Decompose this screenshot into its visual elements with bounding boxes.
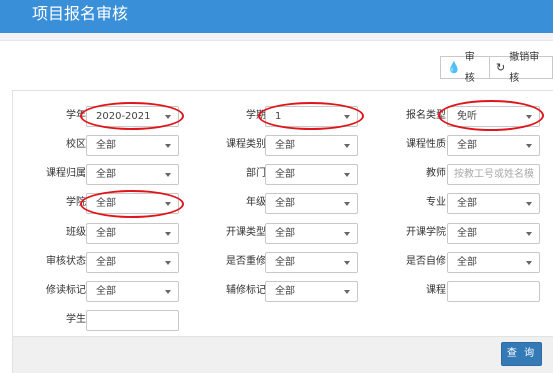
is-retake-value: 全部 [275, 257, 295, 268]
college-value: 全部 [96, 198, 116, 209]
chevron-down-icon [165, 173, 171, 177]
label-teacher: 教师 [426, 168, 446, 179]
label-offering-college: 开课学院 [406, 227, 446, 238]
label-offering-type: 开课类型 [226, 227, 266, 238]
undo-audit-button[interactable]: ↻ 撤销审核 [490, 52, 553, 84]
label-academic-year: 学年 [66, 110, 86, 121]
chevron-down-icon [526, 144, 532, 148]
label-student: 学生 [66, 314, 86, 325]
toolbar: 💧 审核 ↻ 撤销审核 [440, 52, 553, 84]
academic-year-select[interactable]: 2020-2021 [86, 106, 179, 127]
audit-status-value: 全部 [96, 257, 116, 268]
label-audit-status: 审核状态 [46, 256, 86, 267]
offering-type-value: 全部 [275, 228, 295, 239]
is-self-study-value: 全部 [457, 257, 477, 268]
class-select[interactable]: 全部 [86, 223, 179, 244]
header-subbar [0, 33, 553, 41]
chevron-down-icon [344, 232, 350, 236]
minor-mark-value: 全部 [275, 286, 295, 297]
campus-select[interactable]: 全部 [86, 135, 179, 156]
chevron-down-icon [344, 261, 350, 265]
chevron-down-icon [165, 202, 171, 206]
offering-college-value: 全部 [457, 228, 477, 239]
label-course-affiliation: 课程归属 [46, 168, 86, 179]
course-nature-value: 全部 [457, 140, 477, 151]
study-mark-value: 全部 [96, 286, 116, 297]
study-mark-select[interactable]: 全部 [86, 281, 179, 302]
chevron-down-icon [344, 173, 350, 177]
college-select[interactable]: 全部 [86, 193, 179, 214]
course-category-select[interactable]: 全部 [265, 135, 358, 156]
chevron-down-icon [344, 290, 350, 294]
audit-status-select[interactable]: 全部 [86, 252, 179, 273]
major-value: 全部 [457, 198, 477, 209]
query-button[interactable]: 查 询 [501, 342, 542, 366]
label-department: 部门 [246, 168, 266, 179]
offering-college-select[interactable]: 全部 [447, 223, 540, 244]
droplet-icon: 💧 [447, 61, 461, 74]
page-header: 项目报名审核 [0, 0, 553, 33]
chevron-down-icon [165, 115, 171, 119]
label-major: 专业 [426, 197, 446, 208]
label-campus: 校区 [66, 139, 86, 150]
audit-button-label: 审核 [464, 51, 475, 84]
undo-audit-button-label: 撤销审核 [509, 51, 540, 84]
label-semester: 学期 [246, 110, 266, 121]
offering-type-select[interactable]: 全部 [265, 223, 358, 244]
grade-select[interactable]: 全部 [265, 193, 358, 214]
course-affiliation-select[interactable]: 全部 [86, 164, 179, 185]
label-class: 班级 [66, 227, 86, 238]
undo-icon: ↻ [496, 61, 506, 74]
student-input[interactable] [86, 310, 179, 331]
course-nature-select[interactable]: 全部 [447, 135, 540, 156]
semester-select[interactable]: 1 [265, 106, 358, 127]
page-title: 项目报名审核 [32, 4, 129, 23]
chevron-down-icon [165, 232, 171, 236]
grade-value: 全部 [275, 198, 295, 209]
chevron-down-icon [526, 202, 532, 206]
label-course-category: 课程类别 [226, 139, 266, 150]
department-select[interactable]: 全部 [265, 164, 358, 185]
chevron-down-icon [526, 261, 532, 265]
label-course: 课程 [426, 285, 446, 296]
chevron-down-icon [526, 115, 532, 119]
form-footer: 查 询 [13, 336, 553, 373]
label-minor-mark: 辅修标记 [226, 285, 266, 296]
registration-type-value: 免听 [457, 111, 477, 122]
teacher-input[interactable]: 按教工号或姓名模 [447, 164, 540, 185]
label-college: 学院 [66, 197, 86, 208]
major-select[interactable]: 全部 [447, 193, 540, 214]
label-is-retake: 是否重修 [226, 256, 266, 267]
chevron-down-icon [344, 115, 350, 119]
course-affiliation-value: 全部 [96, 169, 116, 180]
search-form-panel: 学年 2020-2021 学期 1 报名类型 免听 校区 全部 课程类别 全部 … [12, 90, 553, 373]
is-retake-select[interactable]: 全部 [265, 252, 358, 273]
chevron-down-icon [344, 144, 350, 148]
chevron-down-icon [526, 232, 532, 236]
chevron-down-icon [165, 290, 171, 294]
course-category-value: 全部 [275, 140, 295, 151]
audit-button[interactable]: 💧 审核 [440, 52, 490, 84]
minor-mark-select[interactable]: 全部 [265, 281, 358, 302]
label-registration-type: 报名类型 [406, 110, 446, 121]
label-grade: 年级 [246, 197, 266, 208]
label-course-nature: 课程性质 [406, 139, 446, 150]
academic-year-value: 2020-2021 [96, 111, 151, 122]
chevron-down-icon [344, 202, 350, 206]
chevron-down-icon [165, 144, 171, 148]
is-self-study-select[interactable]: 全部 [447, 252, 540, 273]
chevron-down-icon [165, 261, 171, 265]
semester-value: 1 [275, 111, 282, 122]
course-input[interactable] [447, 281, 540, 302]
label-is-self-study: 是否自修 [406, 256, 446, 267]
registration-type-select[interactable]: 免听 [447, 106, 540, 127]
class-value: 全部 [96, 228, 116, 239]
department-value: 全部 [275, 169, 295, 180]
label-study-mark: 修读标记 [46, 285, 86, 296]
campus-value: 全部 [96, 140, 116, 151]
